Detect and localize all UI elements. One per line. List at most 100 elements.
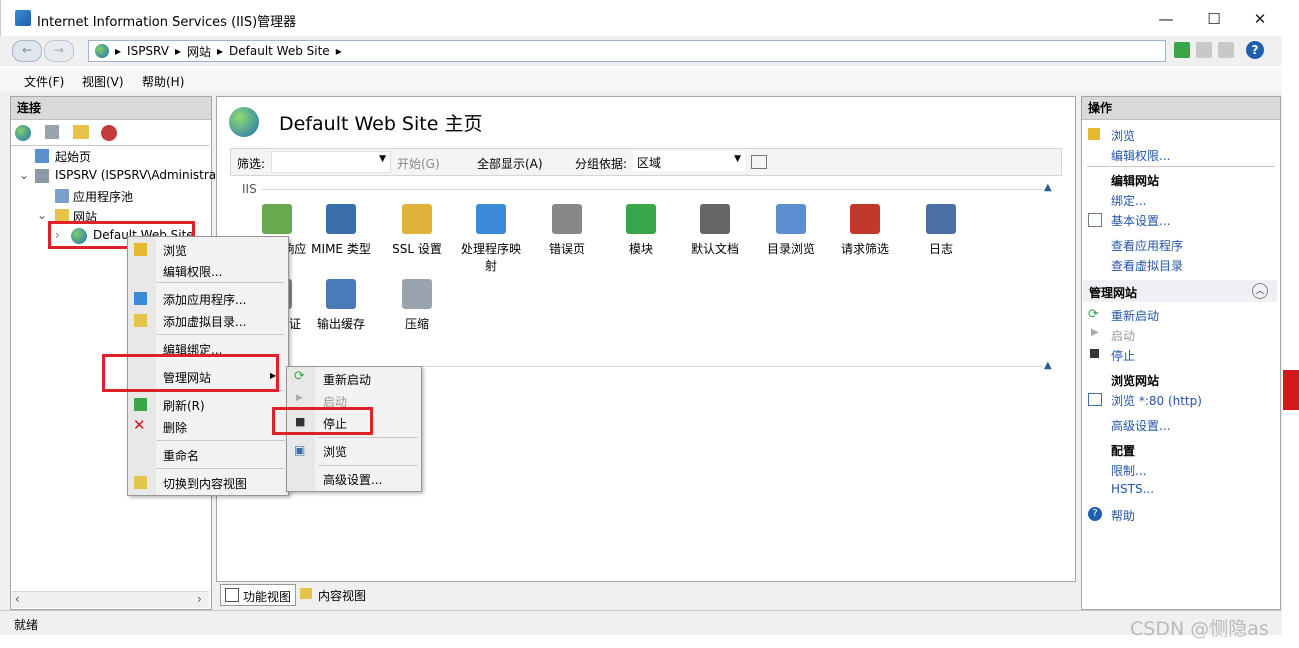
feature-item[interactable]: SSL 设置 [382, 204, 452, 257]
scroll-right-icon[interactable]: › [197, 592, 202, 606]
action-browse[interactable]: 浏览 [1111, 127, 1135, 144]
start-page-icon [35, 149, 49, 163]
feature-item[interactable]: 请求筛选 [830, 204, 900, 257]
go-button[interactable]: 开始(G) [397, 155, 440, 172]
content-view-icon [300, 588, 312, 599]
home-icon[interactable] [1218, 42, 1234, 58]
back-arrow-icon: ← [21, 43, 33, 57]
connect-globe-icon[interactable] [15, 125, 31, 141]
minimize-button[interactable]: — [1143, 6, 1189, 32]
crumb-sites[interactable]: 网站 [187, 43, 211, 60]
tree-expand-server[interactable]: ⌄ [19, 168, 29, 182]
help-icon[interactable]: ? [1246, 41, 1264, 59]
action-view-vdirs[interactable]: 查看虚拟目录 [1111, 257, 1183, 274]
actions-header: 操作 [1082, 97, 1280, 120]
collapse-section-icon[interactable]: ▲ [1044, 360, 1052, 371]
address-bar[interactable]: ▸ ISPSRV ▸ 网站 ▸ Default Web Site ▸ [88, 40, 1166, 62]
feature-item[interactable]: 压缩 [382, 279, 452, 332]
feature-item[interactable]: 目录浏览 [756, 204, 826, 257]
feature-item[interactable]: 错误页 [532, 204, 602, 257]
crumb-server[interactable]: ISPSRV [127, 44, 169, 58]
tab-features-label: 功能视图 [243, 590, 292, 604]
sub-advanced-settings[interactable]: 高级设置... [323, 471, 382, 488]
horizontal-scrollbar[interactable]: ‹ › [11, 591, 209, 608]
action-edit-permissions[interactable]: 编辑权限... [1111, 147, 1170, 164]
menu-help[interactable]: 帮助(H) [142, 73, 184, 90]
tab-content-label: 内容视图 [318, 589, 367, 603]
feature-item[interactable]: MIME 类型 [306, 204, 376, 257]
group-by-select[interactable]: 区域 ▼ [633, 151, 745, 171]
action-restart[interactable]: 重新启动 [1111, 307, 1159, 324]
ctx-add-application[interactable]: 添加应用程序... [163, 291, 246, 308]
stop-icon[interactable] [1196, 42, 1212, 58]
iis-app-icon [15, 10, 31, 26]
feature-label: 压缩 [404, 317, 429, 331]
collapse-iis-icon[interactable]: ▲ [1044, 182, 1052, 193]
ctx-edit-permissions[interactable]: 编辑权限... [163, 263, 222, 280]
action-limits[interactable]: 限制... [1111, 462, 1146, 479]
action-hsts[interactable]: HSTS... [1111, 482, 1154, 496]
ctx-delete[interactable]: 删除 [163, 419, 187, 436]
tree-start-page[interactable]: 起始页 [55, 148, 91, 165]
tree-server[interactable]: ISPSRV (ISPSRV\Administra [55, 168, 216, 182]
filter-bar: 筛选: ▼ 开始(G) 全部显示(A) 分组依据: 区域 ▼ [230, 148, 1062, 176]
view-mode-icon[interactable] [751, 155, 767, 169]
action-bindings[interactable]: 绑定... [1111, 192, 1146, 209]
scroll-left-icon[interactable]: ‹ [15, 592, 20, 606]
menu-item-icon [134, 243, 147, 256]
refresh-icon[interactable] [1174, 42, 1190, 58]
action-view-apps[interactable]: 查看应用程序 [1111, 237, 1183, 254]
ctx-switch-content-view[interactable]: 切换到内容视图 [163, 475, 247, 492]
tree-expand-sites[interactable]: ⌄ [37, 208, 47, 222]
feature-label: 日志 [928, 242, 953, 256]
feature-icon [926, 204, 956, 234]
divider [1087, 166, 1275, 167]
back-button[interactable]: ← [12, 40, 42, 62]
ctx-refresh[interactable]: 刷新(R) [163, 397, 205, 414]
menu-separator [318, 437, 418, 438]
feature-item[interactable]: 模块 [606, 204, 676, 257]
menu-item-icon [134, 476, 147, 489]
server-icon [35, 169, 49, 183]
filter-input[interactable]: ▼ [271, 151, 391, 173]
menu-file[interactable]: 文件(F) [24, 73, 64, 90]
tree-app-pools[interactable]: 应用程序池 [73, 188, 133, 205]
menu-separator [157, 468, 285, 469]
action-stop[interactable]: 停止 [1111, 347, 1135, 364]
group-by-value: 区域 [637, 156, 662, 170]
show-all-button[interactable]: 全部显示(A) [477, 155, 543, 172]
forward-button[interactable]: → [44, 40, 74, 62]
page-title: Default Web Site 主页 [279, 113, 483, 135]
sites-folder-icon [55, 209, 69, 221]
connections-toolbar [13, 123, 207, 145]
disconnect-icon[interactable] [101, 125, 117, 141]
feature-item[interactable]: 日志 [906, 204, 976, 257]
ctx-browse[interactable]: 浏览 [163, 242, 187, 259]
feature-icon [626, 204, 656, 234]
menu-view[interactable]: 视图(V) [82, 73, 124, 90]
section-divider [262, 189, 1042, 190]
feature-icon [326, 279, 356, 309]
window-title: Internet Information Services (IIS)管理器 [37, 15, 297, 30]
maximize-button[interactable]: ☐ [1191, 6, 1237, 32]
close-button[interactable]: ✕ [1237, 6, 1283, 32]
feature-item[interactable]: 处理程序映射 [456, 204, 526, 274]
crumb-site[interactable]: Default Web Site [229, 44, 330, 58]
collapse-manage-icon[interactable]: ︿ [1252, 283, 1268, 299]
tab-content-view[interactable]: 内容视图 [298, 584, 372, 604]
up-folder-icon[interactable] [73, 125, 89, 139]
feature-item[interactable]: 输出缓存 [306, 279, 376, 332]
action-basic-settings[interactable]: 基本设置... [1111, 212, 1170, 229]
tab-features-view[interactable]: 功能视图 [220, 584, 296, 606]
save-icon[interactable] [45, 125, 59, 139]
sub-restart[interactable]: 重新启动 [323, 371, 371, 388]
app-pool-icon [55, 189, 69, 203]
feature-item[interactable]: 默认文档 [680, 204, 750, 257]
action-help[interactable]: 帮助 [1111, 507, 1135, 524]
action-start: 启动 [1111, 329, 1136, 343]
ctx-rename[interactable]: 重命名 [163, 447, 199, 464]
action-advanced-settings[interactable]: 高级设置... [1111, 417, 1170, 434]
sub-browse[interactable]: 浏览 [323, 443, 347, 460]
action-browse-80[interactable]: 浏览 *:80 (http) [1111, 392, 1202, 409]
ctx-add-vdir[interactable]: 添加虚拟目录... [163, 313, 246, 330]
